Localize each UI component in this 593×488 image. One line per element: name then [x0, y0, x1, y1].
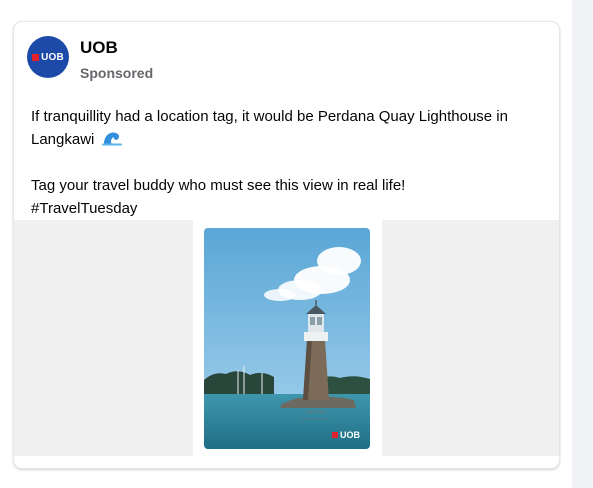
sponsored-label[interactable]: Sponsored [80, 65, 153, 81]
caption-line-2: Tag your travel buddy who must see this … [31, 177, 406, 194]
hashtag-link[interactable]: #TravelTuesday [31, 197, 551, 220]
water-wave-icon [101, 132, 122, 146]
media-frame: UOB [193, 220, 382, 456]
post-caption: If tranquillity had a location tag, it w… [31, 105, 551, 220]
uob-watermark-icon: UOB [332, 430, 360, 440]
media-container: UOB [14, 220, 559, 456]
uob-logo-icon: UOB [32, 52, 64, 63]
avatar[interactable]: UOB [27, 36, 69, 78]
lighthouse-photo[interactable]: UOB [204, 228, 370, 449]
page-name-link[interactable]: UOB [80, 38, 118, 58]
sponsored-post-card: UOB UOB Sponsored If tranquillity had a … [13, 21, 560, 469]
lighthouse-photo-graphic [204, 228, 370, 449]
scrollbar-track[interactable] [572, 0, 593, 488]
